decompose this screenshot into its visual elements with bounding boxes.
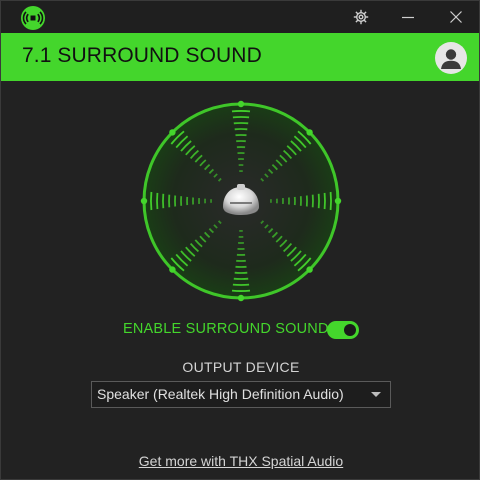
output-device-label: OUTPUT DEVICE (182, 359, 300, 375)
gear-icon (353, 9, 369, 25)
surround-visualizer (139, 99, 343, 303)
chevron-down-icon (371, 392, 381, 397)
settings-button[interactable] (338, 1, 384, 33)
speaker-dot[interactable] (334, 197, 342, 205)
speaker-dot[interactable] (140, 197, 148, 205)
minimize-icon (402, 11, 414, 23)
surround-toggle-label: ENABLE SURROUND SOUND (123, 321, 329, 337)
minimize-button[interactable] (385, 1, 431, 33)
close-icon (450, 11, 462, 23)
page-header: 7.1 SURROUND SOUND (1, 33, 479, 81)
razer-sound-logo-icon (21, 6, 45, 30)
title-bar (1, 1, 479, 33)
speaker-dot[interactable] (237, 100, 245, 108)
surround-toggle[interactable] (327, 321, 359, 339)
close-button[interactable] (433, 1, 479, 33)
speaker-dot[interactable] (237, 294, 245, 302)
user-avatar-icon (435, 49, 467, 74)
toggle-knob (344, 324, 356, 336)
page-title: 7.1 SURROUND SOUND (22, 44, 262, 67)
app-window: 7.1 SURROUND SOUND ENABLE SURROUND SOUND… (0, 0, 480, 480)
speaker-dot[interactable] (306, 129, 313, 136)
thx-spatial-audio-link[interactable]: Get more with THX Spatial Audio (1, 453, 480, 469)
speaker-dot[interactable] (169, 129, 176, 136)
speaker-dot[interactable] (306, 266, 313, 273)
speaker-dot[interactable] (169, 266, 176, 273)
output-device-value: Speaker (Realtek High Definition Audio) (97, 386, 344, 402)
user-avatar-button[interactable] (435, 42, 467, 74)
output-device-select[interactable]: Speaker (Realtek High Definition Audio) (91, 381, 391, 408)
